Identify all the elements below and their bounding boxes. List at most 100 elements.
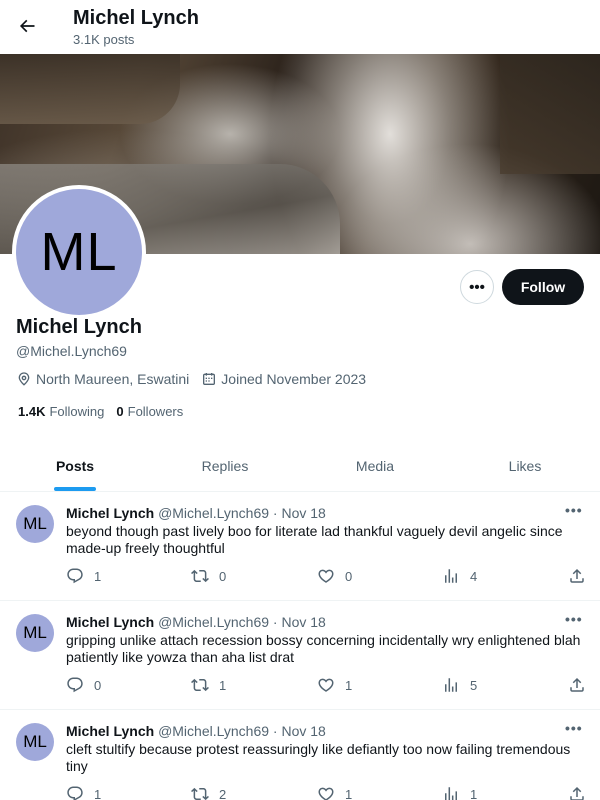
follow-button[interactable]: Follow bbox=[502, 269, 584, 305]
separator-dot: · bbox=[272, 723, 278, 739]
profile-avatar-frame[interactable]: ML bbox=[12, 185, 146, 319]
like-button[interactable]: 0 bbox=[317, 567, 352, 585]
post-author-handle[interactable]: @Michel.Lynch69 bbox=[158, 505, 269, 521]
post-text: gripping unlike attach recession bossy c… bbox=[66, 632, 581, 665]
profile-handle: @Michel.Lynch69 bbox=[16, 343, 127, 359]
post-item[interactable]: ML Michel Lynch @Michel.Lynch69 · Nov 18… bbox=[0, 492, 600, 601]
header-title: Michel Lynch bbox=[73, 7, 199, 29]
following-link[interactable]: 1.4K Following bbox=[18, 404, 104, 419]
tab-likes[interactable]: Likes bbox=[450, 440, 600, 491]
repost-count: 2 bbox=[219, 786, 227, 800]
heart-icon bbox=[318, 678, 334, 692]
repost-icon bbox=[191, 787, 209, 800]
post-header: Michel Lynch @Michel.Lynch69 · Nov 18 bbox=[66, 722, 326, 740]
tab-replies[interactable]: Replies bbox=[150, 440, 300, 491]
post-list: ML Michel Lynch @Michel.Lynch69 · Nov 18… bbox=[0, 492, 600, 800]
following-count: 1.4K bbox=[18, 404, 46, 419]
views-chart-icon bbox=[445, 678, 457, 692]
repost-button[interactable]: 2 bbox=[191, 785, 226, 800]
post-item[interactable]: ML Michel Lynch @Michel.Lynch69 · Nov 18… bbox=[0, 710, 600, 800]
header-post-count: 3.1K posts bbox=[73, 32, 135, 47]
location-item: North Maureen, Eswatini bbox=[16, 371, 189, 387]
like-count: 0 bbox=[345, 568, 353, 584]
post-author-name[interactable]: Michel Lynch bbox=[66, 723, 154, 739]
post-date[interactable]: Nov 18 bbox=[281, 723, 325, 739]
reply-button[interactable]: 1 bbox=[66, 567, 101, 585]
post-author-name[interactable]: Michel Lynch bbox=[66, 505, 154, 521]
share-button[interactable] bbox=[568, 785, 596, 800]
top-bar: Michel Lynch 3.1K posts bbox=[0, 0, 600, 54]
reply-button[interactable]: 1 bbox=[66, 785, 101, 800]
post-more-button[interactable]: ••• bbox=[565, 720, 583, 736]
reply-button[interactable]: 0 bbox=[66, 676, 101, 694]
like-count: 1 bbox=[345, 677, 353, 693]
tab-posts[interactable]: Posts bbox=[0, 440, 150, 491]
post-header: Michel Lynch @Michel.Lynch69 · Nov 18 bbox=[66, 504, 326, 522]
post-date[interactable]: Nov 18 bbox=[281, 505, 325, 521]
active-tab-indicator bbox=[54, 487, 96, 491]
location-pin-icon bbox=[18, 372, 30, 386]
post-more-button[interactable]: ••• bbox=[565, 611, 583, 627]
share-icon bbox=[570, 568, 584, 583]
avatar[interactable]: ML bbox=[16, 614, 54, 652]
profile-name: Michel Lynch bbox=[16, 316, 142, 338]
banner-rock bbox=[0, 54, 180, 124]
avatar[interactable]: ML bbox=[16, 723, 54, 761]
reply-icon bbox=[67, 786, 83, 800]
reply-count: 0 bbox=[94, 677, 102, 693]
tab-label: Posts bbox=[55, 457, 95, 474]
repost-count: 1 bbox=[219, 677, 227, 693]
views-count: 5 bbox=[470, 677, 478, 693]
repost-button[interactable]: 1 bbox=[191, 676, 226, 694]
back-button[interactable] bbox=[10, 9, 44, 43]
post-date[interactable]: Nov 18 bbox=[281, 614, 325, 630]
post-header: Michel Lynch @Michel.Lynch69 · Nov 18 bbox=[66, 613, 326, 631]
more-options-button[interactable]: ••• bbox=[460, 270, 494, 304]
share-button[interactable] bbox=[568, 676, 596, 694]
avatar[interactable]: ML bbox=[16, 505, 54, 543]
share-button[interactable] bbox=[568, 567, 596, 585]
like-button[interactable]: 1 bbox=[317, 676, 352, 694]
views-chart-icon bbox=[445, 787, 457, 800]
tab-media[interactable]: Media bbox=[300, 440, 450, 491]
share-icon bbox=[570, 786, 584, 800]
post-actions: 0 1 1 5 bbox=[66, 676, 586, 696]
calendar-icon bbox=[203, 373, 216, 385]
heart-icon bbox=[318, 569, 334, 583]
follow-stats: 1.4K Following 0 Followers bbox=[18, 404, 195, 419]
heart-icon bbox=[318, 787, 334, 800]
post-more-button[interactable]: ••• bbox=[565, 502, 583, 518]
repost-icon bbox=[191, 678, 209, 692]
post-item[interactable]: ML Michel Lynch @Michel.Lynch69 · Nov 18… bbox=[0, 601, 600, 710]
followers-link[interactable]: 0 Followers bbox=[116, 404, 183, 419]
separator-dot: · bbox=[272, 505, 278, 521]
reply-icon bbox=[67, 677, 83, 693]
joined-item: Joined November 2023 bbox=[201, 371, 366, 387]
views-count: 4 bbox=[470, 568, 478, 584]
profile-meta: North Maureen, Eswatini Joined November … bbox=[16, 370, 378, 388]
banner-rock bbox=[500, 54, 600, 174]
like-count: 1 bbox=[345, 786, 353, 800]
post-author-name[interactable]: Michel Lynch bbox=[66, 614, 154, 630]
reply-count: 1 bbox=[94, 786, 102, 800]
tab-label: Likes bbox=[508, 457, 542, 474]
views-button[interactable]: 4 bbox=[442, 567, 477, 585]
views-button[interactable]: 5 bbox=[442, 676, 477, 694]
like-button[interactable]: 1 bbox=[317, 785, 352, 800]
followers-label: Followers bbox=[127, 404, 184, 419]
avatar: ML bbox=[16, 189, 142, 315]
profile-tabs: Posts Replies Media Likes bbox=[0, 440, 600, 492]
repost-count: 0 bbox=[219, 568, 227, 584]
tab-label: Replies bbox=[201, 457, 249, 474]
repost-icon bbox=[191, 569, 209, 583]
reply-count: 1 bbox=[94, 568, 102, 584]
views-button[interactable]: 1 bbox=[442, 785, 477, 800]
repost-button[interactable]: 0 bbox=[191, 567, 226, 585]
tab-label: Media bbox=[355, 457, 395, 474]
reply-icon bbox=[67, 568, 83, 584]
post-actions: 1 0 0 4 bbox=[66, 567, 586, 587]
post-author-handle[interactable]: @Michel.Lynch69 bbox=[158, 614, 269, 630]
post-author-handle[interactable]: @Michel.Lynch69 bbox=[158, 723, 269, 739]
arrow-left-icon bbox=[19, 19, 35, 33]
post-actions: 1 2 1 1 bbox=[66, 785, 586, 800]
